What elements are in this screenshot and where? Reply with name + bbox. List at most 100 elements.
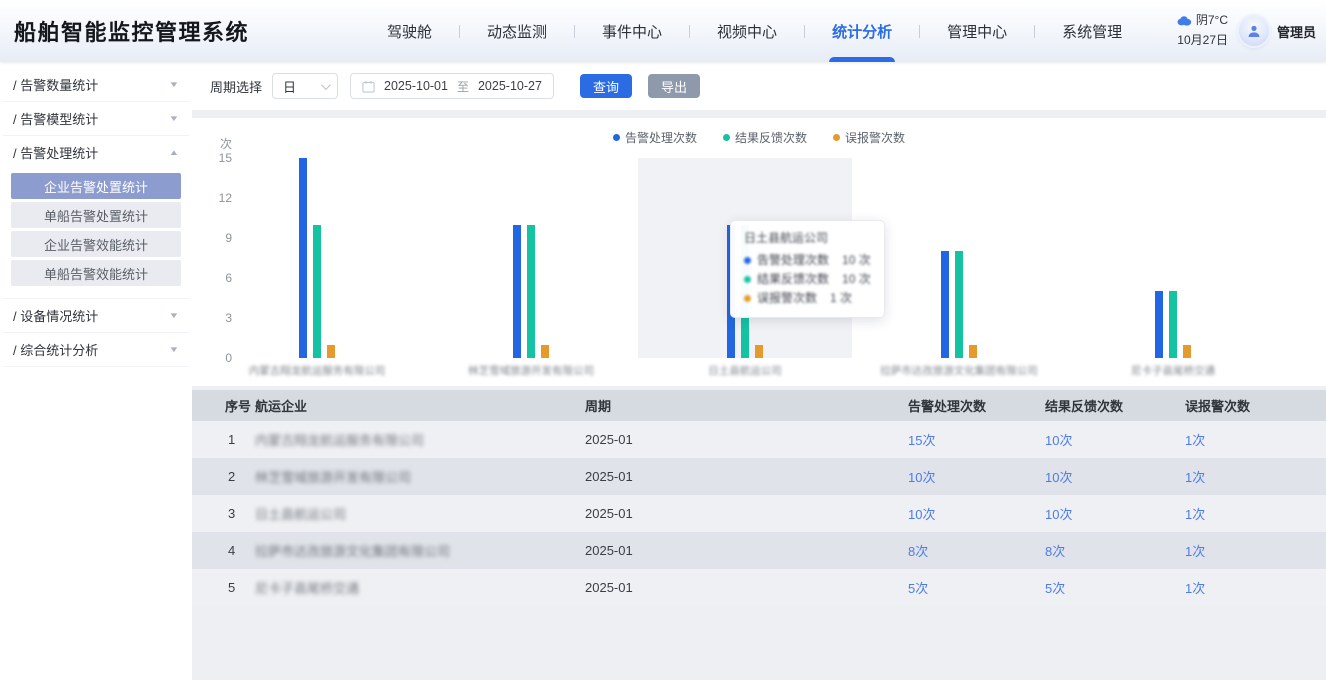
- tooltip-series-dot: [744, 257, 751, 264]
- avatar[interactable]: [1239, 16, 1269, 46]
- date-range-picker[interactable]: 2025-10-01 至 2025-10-27: [350, 73, 554, 99]
- chevron-up-icon: ▲: [168, 148, 179, 157]
- false-alarm-link[interactable]: 1次: [1185, 581, 1205, 596]
- column-header-1: 航运企业: [255, 390, 585, 421]
- column-header-3: 告警处理次数: [908, 390, 1045, 421]
- sidebar-group-3[interactable]: / 设备情况统计▼: [0, 299, 192, 332]
- nav-item-0[interactable]: 驾驶舱: [360, 0, 459, 62]
- alarm-handled-link-cell: 10次: [908, 458, 1045, 495]
- bar-series0-group0[interactable]: [299, 158, 307, 358]
- alarm-handled-link[interactable]: 8次: [908, 544, 928, 559]
- x-axis-label-1: 林芝雪域旅游开发有限公司: [468, 363, 594, 378]
- y-tick: 9: [200, 231, 232, 245]
- sidebar-group-label: / 告警数量统计: [13, 75, 98, 94]
- nav-item-2[interactable]: 事件中心: [575, 0, 689, 62]
- result-feedback-link[interactable]: 8次: [1045, 544, 1065, 559]
- tooltip-value: 1 次: [830, 289, 852, 308]
- sidebar-group-0[interactable]: / 告警数量统计▼: [0, 68, 192, 101]
- bar-series1-group4[interactable]: [1169, 291, 1177, 358]
- x-axis-label-0: 内蒙古翔龙航运服务有限公司: [249, 363, 386, 378]
- date-text: 10月27日: [1176, 30, 1228, 50]
- legend-item-1[interactable]: 结果反馈次数: [723, 129, 807, 146]
- table-row: 4拉萨市达孜旅游文化集团有限公司2025-018次8次1次: [192, 532, 1326, 569]
- bar-series2-group1[interactable]: [541, 345, 549, 358]
- column-header-4: 结果反馈次数: [1045, 390, 1185, 421]
- result-feedback-link-cell: 10次: [1045, 421, 1185, 458]
- row-index-cell: 2: [192, 458, 255, 495]
- period-select[interactable]: 日: [272, 73, 338, 99]
- legend-label: 结果反馈次数: [735, 129, 807, 146]
- bar-series1-group0[interactable]: [313, 225, 321, 358]
- false-alarm-link[interactable]: 1次: [1185, 544, 1205, 559]
- y-tick: 6: [200, 271, 232, 285]
- sidebar-subitem-2-1[interactable]: 单船告警处置统计: [11, 202, 181, 228]
- period-cell: 2025-01: [585, 458, 908, 495]
- bar-series2-group0[interactable]: [327, 345, 335, 358]
- nav-item-6[interactable]: 系统管理: [1035, 0, 1149, 62]
- result-feedback-link[interactable]: 10次: [1045, 507, 1072, 522]
- sidebar-group-1[interactable]: / 告警模型统计▼: [0, 102, 192, 135]
- row-index-cell: 5: [192, 569, 255, 606]
- sidebar-group-4[interactable]: / 综合统计分析 ▼: [0, 333, 192, 366]
- bar-series0-group4[interactable]: [1155, 291, 1163, 358]
- result-feedback-link[interactable]: 10次: [1045, 470, 1072, 485]
- bar-series2-group2[interactable]: [755, 345, 763, 358]
- table-body: 1内蒙古翔龙航运服务有限公司2025-0115次10次1次2林芝雪域旅游开发有限…: [192, 421, 1326, 606]
- false-alarm-link-cell: 1次: [1185, 569, 1326, 606]
- false-alarm-link[interactable]: 1次: [1185, 433, 1205, 448]
- bar-series1-group1[interactable]: [527, 225, 535, 358]
- y-tick: 12: [200, 191, 232, 205]
- alarm-handled-link-cell: 5次: [908, 569, 1045, 606]
- company-name: 日土县航运公司: [255, 507, 346, 522]
- column-header-5: 误报警次数: [1185, 390, 1326, 421]
- tooltip-value: 10 次: [842, 270, 871, 289]
- result-feedback-link[interactable]: 5次: [1045, 581, 1065, 596]
- sidebar-subitem-2-2[interactable]: 企业告警效能统计: [11, 231, 181, 257]
- chart-area: 次03691215内蒙古翔龙航运服务有限公司林芝雪域旅游开发有限公司日土县航运公…: [192, 118, 1326, 386]
- false-alarm-link[interactable]: 1次: [1185, 470, 1205, 485]
- sidebar-group-2[interactable]: / 告警处理统计 ▲: [0, 136, 192, 169]
- nav-item-1[interactable]: 动态监测: [460, 0, 574, 62]
- nav-item-3[interactable]: 视频中心: [690, 0, 804, 62]
- false-alarm-link[interactable]: 1次: [1185, 507, 1205, 522]
- row-index-cell: 3: [192, 495, 255, 532]
- export-button[interactable]: 导出: [648, 74, 700, 98]
- company-cell: 林芝雪域旅游开发有限公司: [255, 458, 585, 495]
- bar-series1-group3[interactable]: [955, 251, 963, 358]
- bottom-strip: [192, 680, 1326, 699]
- alarm-handled-link-cell: 8次: [908, 532, 1045, 569]
- legend-item-0[interactable]: 告警处理次数: [613, 129, 697, 146]
- table-header-row: 序号航运企业周期告警处理次数结果反馈次数误报警次数: [192, 390, 1326, 421]
- alarm-handled-link[interactable]: 10次: [908, 470, 935, 485]
- tooltip-series-dot: [744, 276, 751, 283]
- tooltip-row-2: 误报警次数1 次: [744, 289, 871, 308]
- alarm-handled-link[interactable]: 5次: [908, 581, 928, 596]
- search-button[interactable]: 查询: [580, 74, 632, 98]
- bar-series0-group1[interactable]: [513, 225, 521, 358]
- x-axis-label-2: 日土县航运公司: [708, 363, 782, 378]
- bar-series2-group4[interactable]: [1183, 345, 1191, 358]
- cloud-icon: [1176, 14, 1192, 26]
- result-feedback-link[interactable]: 10次: [1045, 433, 1072, 448]
- legend-item-2[interactable]: 误报警次数: [833, 129, 905, 146]
- table-row: 2林芝雪域旅游开发有限公司2025-0110次10次1次: [192, 458, 1326, 495]
- end-date-input[interactable]: 2025-10-27: [478, 79, 542, 93]
- alarm-handled-link[interactable]: 15次: [908, 433, 935, 448]
- nav-item-4[interactable]: 统计分析: [805, 0, 919, 62]
- user-box[interactable]: 管理员: [1239, 0, 1316, 62]
- alarm-handled-link[interactable]: 10次: [908, 507, 935, 522]
- sidebar-group-label: / 告警处理统计: [13, 143, 98, 162]
- sidebar-subitem-2-0[interactable]: 企业告警处置统计: [11, 173, 181, 199]
- weather-text: 阴7°C: [1196, 10, 1228, 30]
- bar-series0-group3[interactable]: [941, 251, 949, 358]
- company-cell: 尼卡子县尾桥交通: [255, 569, 585, 606]
- nav-item-5[interactable]: 管理中心: [920, 0, 1034, 62]
- row-index-cell: 4: [192, 532, 255, 569]
- chevron-down-icon: ▼: [168, 345, 179, 354]
- sidebar-group-label: / 综合统计分析: [13, 340, 98, 359]
- sidebar-subitem-2-3[interactable]: 单船告警效能统计: [11, 260, 181, 286]
- sidebar-submenu: 企业告警处置统计单船告警处置统计企业告警效能统计单船告警效能统计: [0, 169, 192, 298]
- main-nav: 驾驶舱动态监测事件中心视频中心统计分析管理中心系统管理: [360, 0, 1149, 62]
- bar-series2-group3[interactable]: [969, 345, 977, 358]
- start-date-input[interactable]: 2025-10-01: [384, 79, 448, 93]
